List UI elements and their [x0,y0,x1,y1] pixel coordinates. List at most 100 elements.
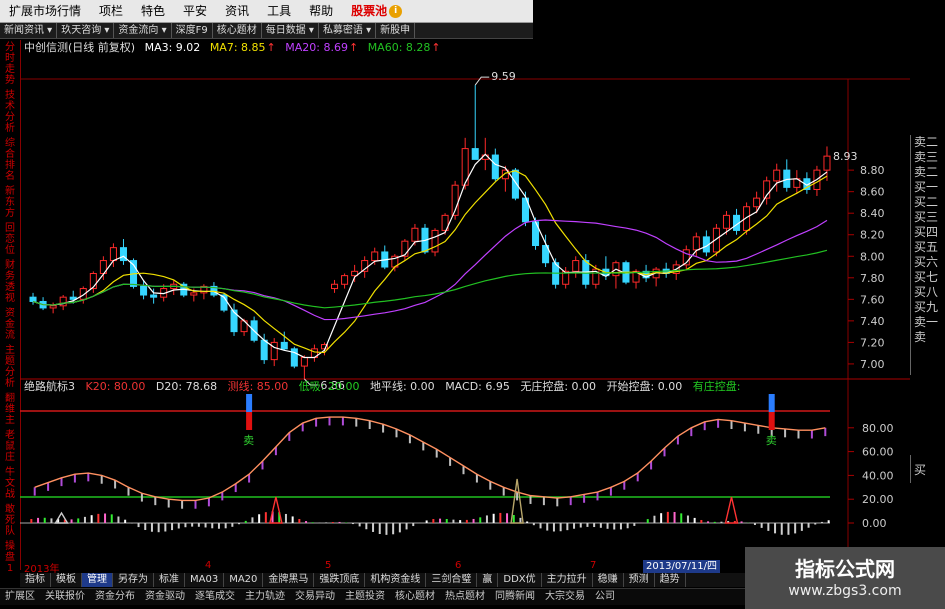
annotations: 9.596.868.93 [304,70,857,392]
menu-item-stock-pool[interactable]: 股票池 i [342,0,411,22]
ma-legend: 中创信测(日线 前复权) MA3: 9.02 MA7: 8.85↑ MA20: … [24,39,447,54]
quick-link[interactable]: 交易异动 [290,589,340,605]
quick-link[interactable]: 资金驱动 [140,589,190,605]
sidebar-item-fwz[interactable]: 翻维主 [4,393,16,426]
menu-item-help[interactable]: 帮助 [300,0,342,22]
sidebar-item-gsd[interactable]: 敢死队 [4,504,16,537]
sidebar-item-nwz[interactable]: 牛文战 [4,467,16,500]
sidebar-item-xdf[interactable]: 新东方 [4,186,16,219]
toolbar-private-fund[interactable]: 私募密语 ▾ [319,23,377,38]
quick-link[interactable]: 主力轨迹 [240,589,290,605]
sidebar-item-rank[interactable]: 综合排名 [4,138,16,182]
order-book-row: 买五 [914,240,939,254]
toolbar-core-theme[interactable]: 核心题材 [213,23,262,38]
toolbar-depth-f9[interactable]: 深度F9 [172,23,213,38]
date-month-6: 6 [455,560,462,571]
sidebar-item-lsz[interactable]: 老鼠庄 [4,430,16,463]
candle-body [29,296,37,302]
sell-marker: 卖 [243,434,254,447]
toolbar-jiutian[interactable]: 玖天咨询 ▾ [57,23,115,38]
candle-body [431,229,439,253]
menu-item-market[interactable]: 扩展市场行情 [0,0,90,22]
tab-three-swords[interactable]: 三剑合璧 [426,573,478,587]
tab-indicator[interactable]: 指标 [20,573,51,587]
price-tick-label: 7.20 [860,336,885,349]
candle-body [341,275,349,285]
tab-standard[interactable]: 标准 [154,573,185,587]
ma7-line [32,170,828,354]
quick-link[interactable]: 主题投资 [340,589,390,605]
candle-body [491,154,499,180]
menu-item-tools[interactable]: 工具 [258,0,300,22]
candle-body [511,169,519,199]
toolbar-new-stock[interactable]: 新股申 [376,23,416,38]
menu-item-column[interactable]: 项栏 [90,0,132,22]
indicator-tick-label: 60.00 [862,446,894,459]
tab-template[interactable]: 模板 [51,573,82,587]
quick-link[interactable]: 关联报价 [40,589,90,605]
tab-trend[interactable]: 趋势 [655,573,686,587]
toolbar-news[interactable]: 新闻资讯 ▾ [0,23,58,38]
menu-item-feature[interactable]: 特色 [132,0,174,22]
tab-gold-horse[interactable]: 金牌黑马 [263,573,315,587]
tab-win[interactable]: 赢 [477,573,499,587]
sidebar-item-finance[interactable]: 财务透视 [4,260,16,304]
quick-link[interactable]: 大宗交易 [540,589,590,605]
menu-item-pingan[interactable]: 平安 [174,0,216,22]
candle-body [823,155,831,171]
quick-link[interactable]: 同腾新闻 [490,589,540,605]
tab-main-lift[interactable]: 主力拉升 [542,573,593,587]
sidebar-item-theme[interactable]: 主题分析 [4,345,16,389]
menu-item-info[interactable]: 资讯 [216,0,258,22]
price-tick-label: 8.20 [860,229,885,242]
candle-body [260,339,268,361]
sidebar-item-cp1[interactable]: 操盘1 [4,541,16,574]
sidebar-item-funds[interactable]: 资金流 [4,308,16,341]
ma60-label: MA60: 8.28 [367,41,431,54]
tab-ddx[interactable]: DDX优 [498,573,542,587]
toolbar-fund-flow[interactable]: 资金流向 ▾ [114,23,172,38]
dpx-label: 地平线: 0.00 [369,380,435,393]
chart-svg[interactable]: 8.80 8.60 8.40 8.20 8.00 7.80 7.60 7.40 7.20 7.00… [20,39,910,549]
chart-area[interactable]: 8.80 8.60 8.40 8.20 8.00 7.80 7.60 7.40 7.20 7.00… [20,39,910,549]
sidebar-item-intraday[interactable]: 分时走势 [4,42,16,86]
tab-forecast[interactable]: 预测 [624,573,655,587]
quick-link[interactable]: 资金分布 [90,589,140,605]
ma60-arrow-icon: ↑ [431,41,441,54]
peak-triangle [724,496,739,524]
quick-link[interactable]: 核心题材 [390,589,440,605]
candle-body [280,341,288,350]
toolbar: 新闻资讯 ▾ 玖天咨询 ▾ 资金流向 ▾ 深度F9 核心题材 每日数据 ▾ 私募… [0,23,533,39]
order-book-row: 买七 [914,270,939,284]
tab-steady[interactable]: 稳赚 [593,573,624,587]
quick-link[interactable]: 逐笔成交 [190,589,240,605]
ma7-arrow-icon: ↑ [266,41,276,54]
quick-links-bar: 扩展区 关联报价 资金分布 资金驱动 逐笔成交 主力轨迹 交易异动 主题投资 核… [0,588,745,605]
signal-bar-red [246,412,253,430]
toolbar-daily-data[interactable]: 每日数据 ▾ [262,23,319,38]
indicator-tick-label: 80.00 [862,422,894,435]
quick-link[interactable]: 公司 [590,589,620,605]
indicator-tick-label: 40.00 [862,469,894,482]
quick-link[interactable]: 热点题材 [440,589,490,605]
tab-inst-fund[interactable]: 机构资金线 [365,573,427,587]
tab-ma03[interactable]: MA03 [185,573,225,587]
tab-ma20[interactable]: MA20 [224,573,264,587]
left-sidebar: 分时走势 技术分析 综合排名 新东方 回恋位 财务透视 资金流 主题分析 翻维主… [0,40,21,574]
yzkp-label: 有庄控盘: [692,380,741,393]
candle-body [572,260,580,272]
indicator-tick-label: 20.00 [862,493,894,506]
sidebar-item-hlw[interactable]: 回恋位 [4,223,16,256]
candle-body [371,251,379,262]
order-book-row: 卖 [914,330,927,344]
tab-manage[interactable]: 管理 [82,573,113,587]
tab-save-as[interactable]: 另存为 [113,573,154,587]
order-book-row: 买一 [914,180,939,194]
tab-strong-fall[interactable]: 强跌顶底 [314,573,366,587]
k20-line [34,416,826,502]
kskp-label: 开始控盘: 0.00 [606,380,683,393]
order-book-panel: 卖二 卖三 卖二 买一 买二 买三 买四 买五 买六 买七 买八 买九 卖一 卖 [910,135,945,375]
ma20-arrow-icon: ↑ [348,41,359,54]
quick-link[interactable]: 扩展区 [0,589,40,605]
sidebar-item-tech[interactable]: 技术分析 [4,90,16,134]
